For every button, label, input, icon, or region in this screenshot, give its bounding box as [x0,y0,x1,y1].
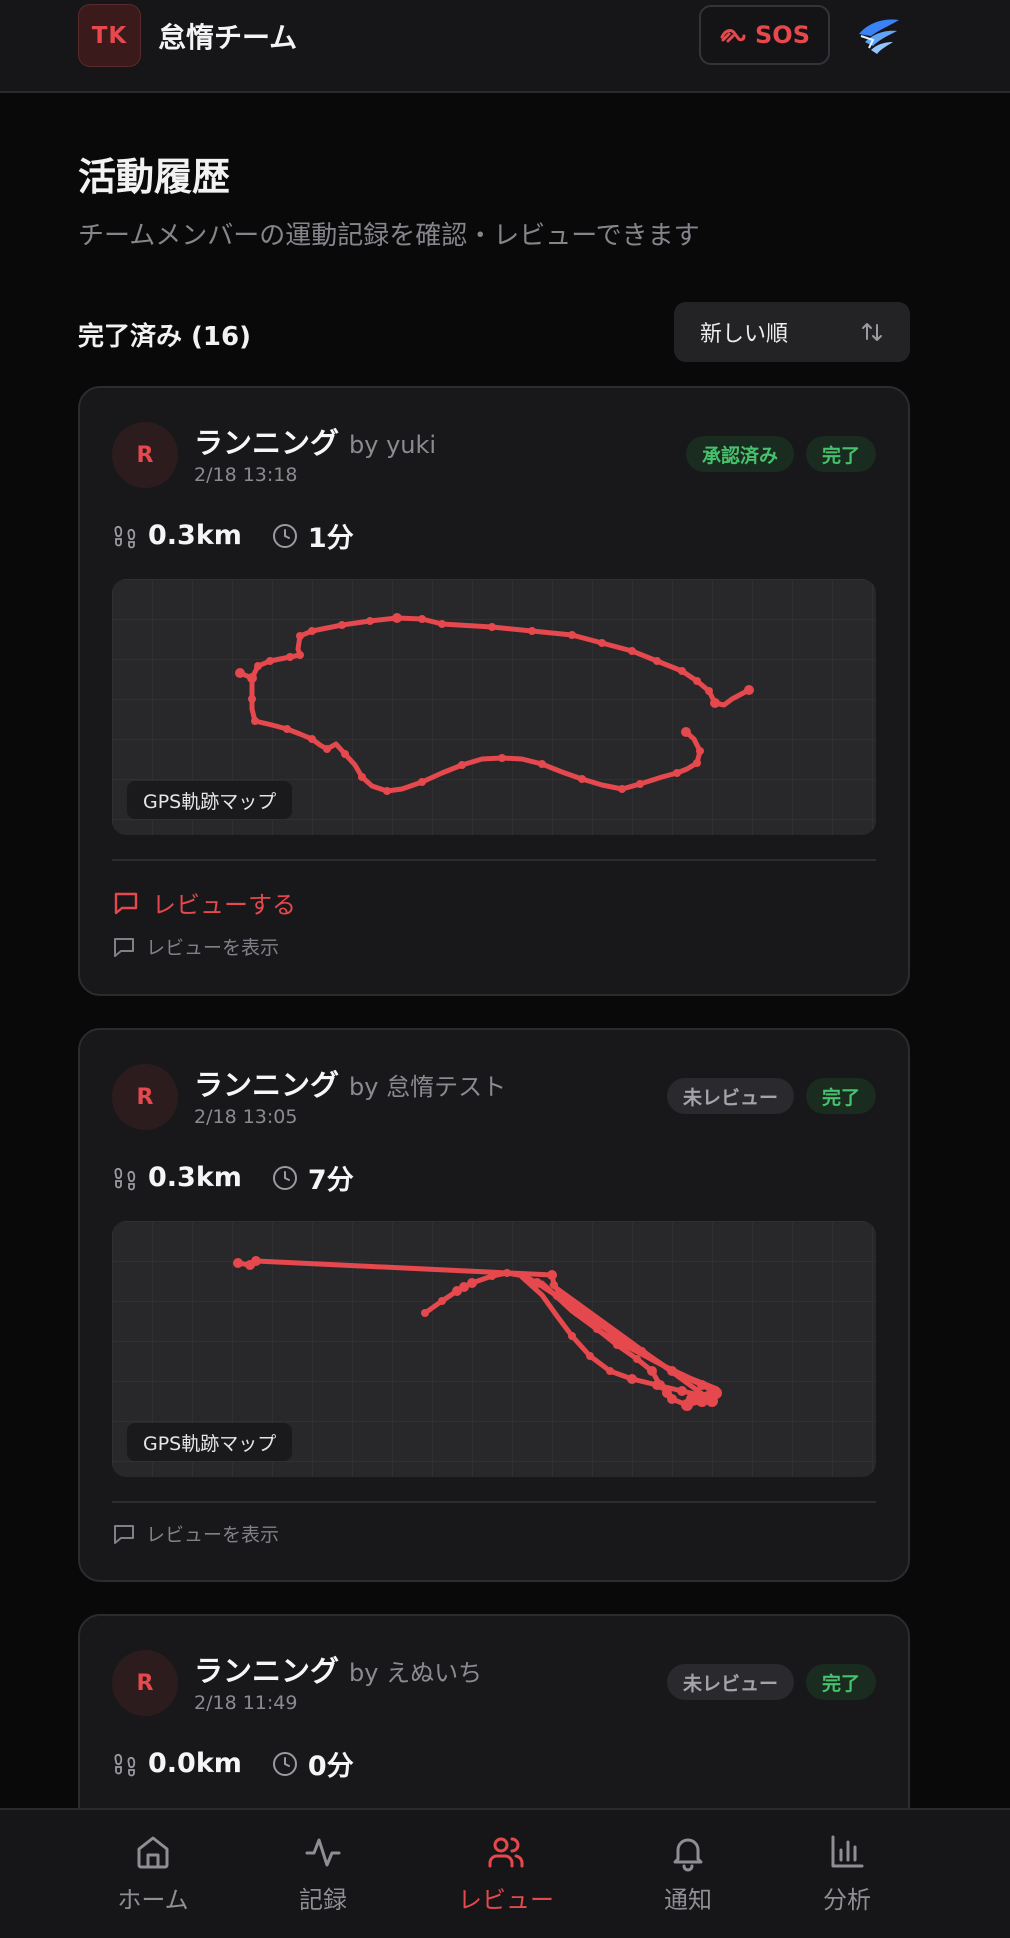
gps-track-map[interactable]: GPS軌跡マップ [112,579,876,835]
nav-item-review[interactable]: レビュー [436,1832,576,1915]
footprints-icon [114,525,136,548]
card-divider [112,1501,876,1503]
activity-type: ランニング [194,426,340,460]
nav-item-records[interactable]: 記録 [253,1832,393,1915]
duration-stat: 1分 [272,516,354,555]
clock-icon [272,1165,297,1190]
page-title: 活動履歴 [78,155,231,199]
user-avatar: R [112,422,178,488]
nav-item-analytics[interactable]: 分析 [777,1832,917,1915]
activity-stats: 0.3km 1分 [112,516,384,555]
status-badge-approved: 承認済み [685,436,794,472]
show-review-link[interactable]: レビューを表示 [112,1520,279,1547]
footprints-icon [114,1753,136,1776]
duration-value: 7分 [307,1165,354,1196]
clock-icon [272,1751,297,1776]
activity-user: by 怠惰テスト [349,1073,507,1101]
status-badge-done: 完了 [805,1664,876,1700]
bell-icon [673,1838,703,1872]
status-badge-done: 完了 [805,436,876,472]
write-review-button[interactable]: レビューする [112,885,296,920]
status-badge-unreviewed: 未レビュー [666,1078,794,1114]
chart-icon [831,1835,864,1868]
activity-stats: 0.0km 0分 [112,1744,384,1783]
nav-label: レビュー [458,1886,554,1914]
app-logo-icon[interactable] [855,12,903,58]
clock-icon [272,523,297,548]
duration-value: 0分 [307,1751,354,1782]
activity-time: 2/18 11:49 [194,1692,298,1714]
map-label: GPS軌跡マップ [127,1423,293,1461]
users-icon [488,1837,524,1868]
distance-stat: 0.0km [112,1748,242,1779]
duration-stat: 7分 [272,1158,354,1197]
distance-value: 0.3km [148,520,242,551]
nav-label: 記録 [299,1886,347,1914]
comment-icon [114,892,138,914]
status-badges: 承認済み 完了 [685,436,876,472]
sort-icon [862,323,882,341]
comment-icon [114,937,134,957]
activity-card[interactable]: R ランニング by 怠惰テスト 2/18 13:05 未レビュー 完了 0.3k… [78,1028,910,1582]
duration-stat: 0分 [272,1744,354,1783]
status-badge-unreviewed: 未レビュー [666,1664,794,1700]
user-avatar: R [112,1650,178,1716]
activity-title: ランニング by 怠惰テスト [194,1062,506,1104]
activity-type: ランニング [194,1068,340,1102]
activity-stats: 0.3km 7分 [112,1158,384,1197]
bottom-nav: ホーム 記録 レビュー 通知 分析 [0,1808,1010,1938]
sos-label: SOS [755,21,810,49]
duration-value: 1分 [307,523,354,554]
team-avatar[interactable]: TK [78,4,141,67]
distance-stat: 0.3km [112,1162,242,1193]
activity-icon [305,1838,341,1867]
write-review-label: レビューする [152,891,296,919]
sort-value: 新しい順 [700,322,789,347]
footprints-icon [114,1167,136,1190]
activity-time: 2/18 13:18 [194,464,298,486]
nav-label: ホーム [117,1886,189,1914]
sos-button[interactable]: SOS [699,5,830,65]
sos-icon [720,29,746,43]
distance-value: 0.0km [148,1748,242,1779]
status-badge-done: 完了 [805,1078,876,1114]
show-review-label: レビューを表示 [146,937,280,959]
team-name: 怠惰チーム [158,21,298,54]
user-avatar: R [112,1064,178,1130]
activity-card[interactable]: R ランニング by yuki 2/18 13:18 承認済み 完了 0.3km … [78,386,910,996]
status-badges: 未レビュー 完了 [666,1664,876,1700]
nav-item-home[interactable]: ホーム [83,1832,223,1915]
card-divider [112,859,876,861]
gps-track-map[interactable]: GPS軌跡マップ [112,1221,876,1477]
nav-item-notifications[interactable]: 通知 [618,1832,758,1915]
nav-label: 通知 [664,1886,712,1914]
activity-user: by えぬいち [349,1659,483,1687]
distance-value: 0.3km [148,1162,242,1193]
sort-select[interactable]: 新しい順 [674,302,910,362]
show-review-link[interactable]: レビューを表示 [112,933,279,960]
home-icon [137,1836,169,1869]
activity-title: ランニング by yuki [194,420,436,462]
activity-time: 2/18 13:05 [194,1106,298,1128]
activity-title: ランニング by えぬいち [194,1648,482,1690]
status-badges: 未レビュー 完了 [666,1078,876,1114]
activity-type: ランニング [194,1654,340,1688]
activity-user: by yuki [349,431,437,459]
nav-label: 分析 [823,1886,871,1914]
completed-count: 完了済み (16) [78,322,251,352]
comment-icon [114,1524,134,1544]
page-subtitle: チームメンバーの運動記録を確認・レビューできます [78,221,700,251]
distance-stat: 0.3km [112,520,242,551]
map-label: GPS軌跡マップ [127,781,293,819]
app-header: TK 怠惰チーム SOS [0,0,1010,93]
show-review-label: レビューを表示 [146,1524,280,1546]
